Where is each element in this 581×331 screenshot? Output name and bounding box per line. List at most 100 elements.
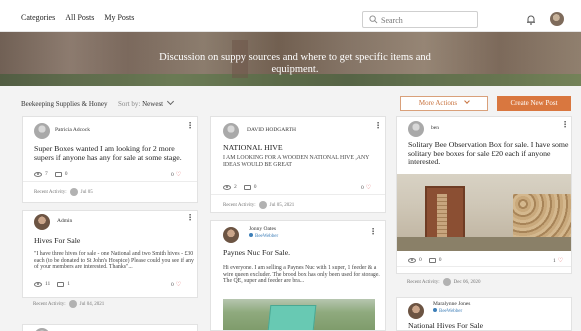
- likes[interactable]: 0 ♡: [171, 281, 181, 288]
- views-icon: [34, 171, 42, 177]
- category-title: Beekeeping Supplies & Honey: [21, 100, 108, 108]
- likes-count: 0: [171, 172, 174, 178]
- activity-avatar: [442, 278, 451, 286]
- post-title[interactable]: NATIONAL HIVE: [223, 143, 381, 153]
- category-description-line-1: Discussion on suppy sources and where to…: [159, 52, 431, 63]
- post-menu-icon[interactable]: ⋮: [369, 227, 377, 236]
- post-author[interactable]: DAVID HODGARTH: [247, 127, 296, 133]
- views-icon: [408, 257, 416, 263]
- post-author[interactable]: Admin: [57, 218, 72, 224]
- more-actions-button[interactable]: More Actions: [400, 96, 488, 111]
- card-divider: [211, 194, 385, 195]
- nav-all-posts[interactable]: All Posts: [65, 13, 94, 22]
- sort-value: Newest: [142, 100, 164, 108]
- post-title[interactable]: Solitary Bee Observation Box for sale. I…: [408, 140, 570, 167]
- post-menu-icon[interactable]: ⋮: [186, 121, 194, 130]
- post-excerpt: Hi everyone. I am selling a Paynes Nuc w…: [223, 265, 380, 285]
- badge-icon: [249, 233, 253, 237]
- post-menu-icon[interactable]: ⋮: [561, 120, 569, 129]
- post-title[interactable]: Hives For Sale: [34, 236, 192, 246]
- author-avatar: [408, 121, 424, 137]
- search-box[interactable]: [362, 11, 478, 28]
- recent-activity-label: Recent Activity:: [223, 202, 256, 208]
- category-description-line-2: equipment.: [271, 64, 319, 75]
- search-input[interactable]: [381, 14, 473, 26]
- post-author[interactable]: Jonny Oates: [249, 226, 276, 232]
- post-author[interactable]: ben: [431, 125, 439, 131]
- main-nav: Categories All Posts My Posts: [21, 13, 134, 22]
- post-title[interactable]: Super Boxes wanted I am looking for 2 mo…: [34, 144, 192, 162]
- post-stats: 0 0: [408, 257, 442, 263]
- nav-my-posts[interactable]: My Posts: [104, 13, 134, 22]
- comments-count: 0: [64, 171, 68, 177]
- post-image[interactable]: [223, 299, 375, 330]
- author-avatar: [223, 227, 239, 243]
- post-stats: 7 0: [34, 171, 68, 177]
- heart-icon[interactable]: ♡: [176, 171, 181, 178]
- comments-count: 1: [67, 281, 71, 287]
- views-count: 11: [45, 281, 51, 287]
- recent-activity-date: Jul 05, 2021: [269, 202, 295, 208]
- post-excerpt: "I have three hives for sale - one Natio…: [34, 251, 194, 271]
- heart-icon[interactable]: ♡: [558, 257, 563, 264]
- likes[interactable]: 1 ♡: [553, 257, 563, 264]
- recent-activity: Recent Activity: Dec 06, 2020: [407, 278, 480, 286]
- badge-icon: [433, 308, 437, 312]
- post-card[interactable]: Maralynne Jones BeeWebber National Hives…: [396, 297, 572, 331]
- top-nav-bar: Categories All Posts My Posts: [0, 0, 581, 32]
- notifications-bell-icon[interactable]: [526, 14, 536, 25]
- views-count: 7: [45, 171, 48, 177]
- member-badge: BeeWebber: [249, 233, 278, 239]
- author-avatar: [34, 214, 50, 230]
- post-card[interactable]: Admin ⋮ Hives For Sale "I have three hiv…: [22, 210, 198, 298]
- likes[interactable]: 0 ♡: [171, 171, 181, 178]
- post-author[interactable]: Maralynne Jones: [433, 301, 470, 307]
- sort-label: Sort by:: [118, 100, 141, 108]
- observation-frame-picture: [437, 194, 447, 240]
- post-title[interactable]: National Hives For Sale: [408, 321, 568, 330]
- search-icon: [369, 15, 378, 24]
- post-card[interactable]: DAVID HODGARTH ⋮ NATIONAL HIVE I AM LOOK…: [210, 116, 386, 213]
- likes[interactable]: 0 ♡: [361, 184, 371, 191]
- author-avatar: [223, 123, 239, 139]
- author-avatar: [408, 303, 424, 319]
- post-card[interactable]: ben ⋮ Solitary Bee Observation Box for s…: [396, 116, 572, 274]
- likes-count: 0: [361, 185, 364, 191]
- heart-icon[interactable]: ♡: [176, 281, 181, 288]
- post-menu-icon[interactable]: ⋮: [374, 121, 382, 130]
- post-card[interactable]: Patricia Adcock ⋮ Super Boxes wanted I a…: [22, 116, 198, 203]
- post-stats: 2 0: [223, 184, 257, 190]
- views-count: 2: [234, 184, 237, 190]
- post-author[interactable]: Patricia Adcock: [55, 127, 90, 133]
- sort-dropdown[interactable]: Sort by: Newest: [118, 97, 174, 108]
- post-card[interactable]: Jonny Oates BeeWebber ⋮ Paynes Nuc For S…: [210, 220, 386, 331]
- heart-icon[interactable]: ♡: [366, 184, 371, 191]
- likes-count: 0: [171, 282, 174, 288]
- recent-activity: Recent Activity: Jul 05: [34, 188, 93, 196]
- recent-activity: Recent Activity: Jul 05, 2021: [223, 201, 294, 209]
- user-avatar[interactable]: [550, 12, 564, 26]
- hive-picture: [267, 305, 317, 330]
- category-toolbar: Beekeeping Supplies & Honey Sort by: New…: [0, 92, 581, 114]
- likes-count: 1: [553, 258, 556, 264]
- recent-activity: Recent Activity: Jul 04, 2021: [33, 300, 104, 308]
- create-new-post-button[interactable]: Create New Post: [497, 96, 571, 111]
- post-image[interactable]: [397, 174, 571, 251]
- comments-icon: [54, 171, 62, 177]
- more-actions-label: More Actions: [418, 99, 458, 107]
- chevron-down-icon: [464, 98, 470, 104]
- recent-activity-date: Jul 05: [80, 189, 93, 195]
- recent-activity-date: Jul 04, 2021: [79, 301, 105, 307]
- post-stats: 11 1: [34, 281, 70, 287]
- post-title[interactable]: Paynes Nuc For Sale.: [223, 248, 381, 258]
- ground-picture: [397, 237, 571, 251]
- comments-icon: [57, 281, 65, 287]
- card-divider: [397, 266, 571, 267]
- post-menu-icon[interactable]: ⋮: [186, 213, 194, 222]
- comments-count: 0: [253, 184, 257, 190]
- recent-activity-date: Dec 06, 2020: [453, 279, 481, 285]
- category-description: Discussion on suppy sources and where to…: [100, 52, 490, 76]
- nav-categories[interactable]: Categories: [21, 13, 55, 22]
- post-card[interactable]: [22, 324, 198, 331]
- badge-label: BeeWebber: [439, 309, 463, 314]
